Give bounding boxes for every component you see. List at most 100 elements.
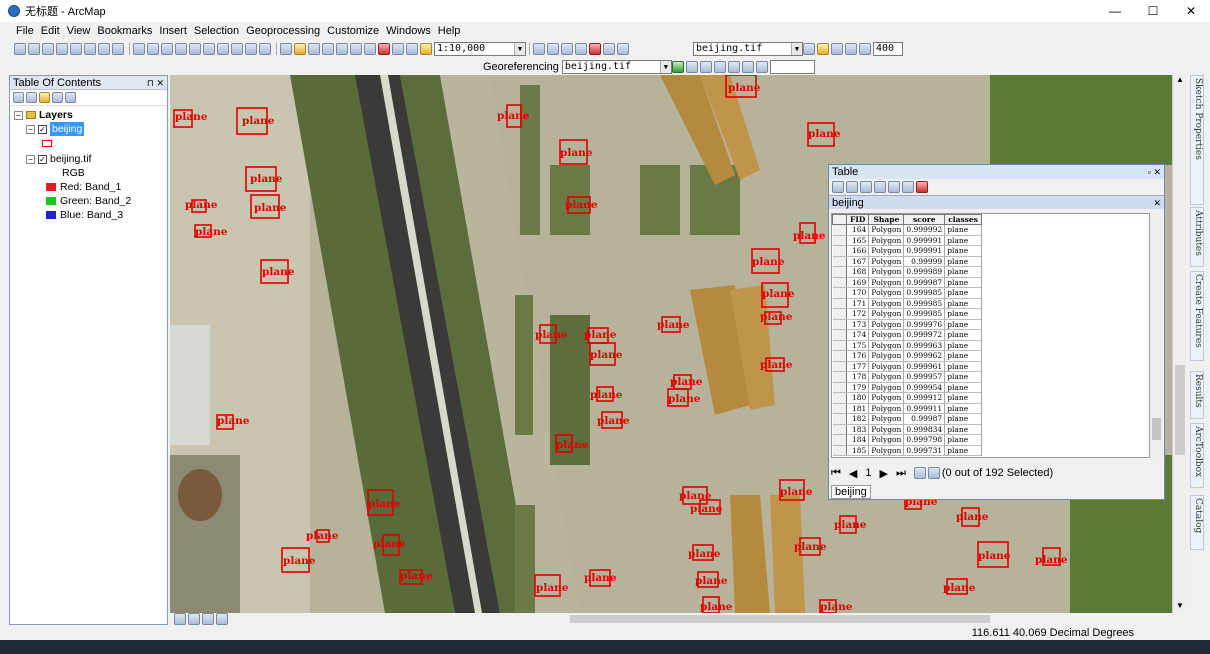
menu-bookmarks[interactable]: Bookmarks	[97, 25, 152, 37]
table-layer-tab[interactable]: beijing ✕	[829, 195, 1164, 209]
open-icon[interactable]	[294, 42, 306, 55]
results-tab[interactable]: Results	[1190, 371, 1204, 419]
editor-toolbar-icon[interactable]	[533, 42, 545, 55]
georef-input-field[interactable]	[769, 59, 815, 74]
viewer-icon[interactable]	[741, 60, 754, 73]
green-swatch[interactable]	[46, 197, 56, 205]
column-header-fid[interactable]: FID	[845, 214, 870, 225]
maximize-button[interactable]: ☐	[1134, 0, 1172, 22]
red-swatch[interactable]	[46, 183, 56, 191]
layer-beijing[interactable]: − ✓ beijing	[10, 122, 167, 136]
menu-windows[interactable]: Windows	[386, 25, 431, 37]
toc-pin-close[interactable]: ⊓ ✕	[147, 76, 164, 90]
row-selector[interactable]	[832, 235, 847, 246]
undo-icon[interactable]	[392, 42, 404, 55]
layer-combo[interactable]: beijing.tif ▼	[693, 41, 803, 56]
back-icon[interactable]	[98, 42, 110, 55]
table-row[interactable]: 173 Polygon 0.999976 plane	[832, 319, 982, 330]
row-selector[interactable]	[832, 371, 847, 383]
flicker-rate-field[interactable]: 400	[873, 41, 903, 56]
attributes-tab[interactable]: Attributes	[1190, 207, 1204, 267]
table-row[interactable]: 179 Polygon 0.999954 plane	[832, 382, 982, 393]
zoom-in-icon[interactable]	[14, 42, 26, 55]
row-selector[interactable]	[832, 382, 847, 393]
auto-registration-icon[interactable]	[755, 60, 768, 73]
row-selector[interactable]	[832, 319, 847, 330]
rotate-icon[interactable]	[671, 60, 684, 73]
delete-selected-icon[interactable]	[916, 181, 928, 193]
record-number[interactable]: 1	[865, 467, 871, 479]
table-row[interactable]: 164 Polygon 0.999992 plane	[832, 224, 982, 236]
row-selector[interactable]	[832, 445, 847, 456]
table-scroll-thumb[interactable]	[1152, 418, 1161, 440]
arctoolbox-icon[interactable]	[589, 42, 601, 55]
menu-view[interactable]: View	[67, 25, 91, 37]
shift-icon[interactable]	[685, 60, 698, 73]
list-by-source-icon[interactable]	[26, 92, 37, 103]
add-data-icon[interactable]	[420, 42, 432, 55]
link-table-icon[interactable]	[727, 60, 740, 73]
row-selector[interactable]	[832, 298, 847, 309]
scroll-up-icon[interactable]: ▲	[1173, 75, 1187, 87]
pan-icon[interactable]	[42, 42, 54, 55]
print-icon[interactable]	[322, 42, 334, 55]
map-scale-combo[interactable]: 1:10,000 ▼	[434, 41, 526, 56]
row-selector[interactable]	[832, 413, 847, 425]
layer-beijing-tif[interactable]: − ✓ beijing.tif	[10, 152, 167, 166]
band-green-row[interactable]: Green: Band_2	[10, 194, 167, 208]
column-header-shape[interactable]: Shape	[868, 214, 905, 225]
clear-selection-icon[interactable]	[147, 42, 159, 55]
blue-swatch[interactable]	[46, 211, 56, 219]
map-horizontal-scrollbar[interactable]	[170, 613, 1186, 625]
table-row[interactable]: 178 Polygon 0.999957 plane	[832, 371, 982, 383]
layers-group[interactable]: − Layers	[10, 108, 167, 122]
menu-insert[interactable]: Insert	[159, 25, 187, 37]
h-scroll-thumb[interactable]	[570, 615, 990, 623]
row-selector[interactable]	[832, 329, 847, 341]
layer-visibility-checkbox[interactable]: ✓	[38, 154, 47, 164]
row-selector[interactable]	[832, 340, 847, 351]
sketch-properties-tab[interactable]: Sketch Properties	[1190, 75, 1204, 205]
create-features-tab[interactable]: Create Features	[1190, 271, 1204, 361]
model-builder-icon[interactable]	[617, 42, 629, 55]
transparency-icon[interactable]	[831, 42, 843, 55]
measure-icon[interactable]	[203, 42, 215, 55]
full-extent-icon[interactable]	[56, 42, 68, 55]
catalog-window-icon[interactable]	[561, 42, 573, 55]
table-scrollbar[interactable]	[1150, 213, 1163, 458]
list-by-selection-icon[interactable]	[52, 92, 63, 103]
row-selector[interactable]	[832, 403, 847, 414]
zoom-out-icon[interactable]	[28, 42, 40, 55]
table-row[interactable]: 172 Polygon 0.999985 plane	[832, 308, 982, 320]
swipe-icon[interactable]	[845, 42, 857, 55]
catalog-tab[interactable]: Catalog	[1190, 495, 1204, 550]
find-route-icon[interactable]	[231, 42, 243, 55]
table-row[interactable]: 176 Polygon 0.999962 plane	[832, 350, 982, 362]
find-icon[interactable]	[217, 42, 229, 55]
fixed-zoom-out-icon[interactable]	[84, 42, 96, 55]
show-selected-records-icon[interactable]	[927, 467, 940, 479]
table-row[interactable]: 181 Polygon 0.999911 plane	[832, 403, 982, 414]
table-tab-close-icon[interactable]: ✕	[1153, 196, 1161, 210]
close-button[interactable]: ✕	[1172, 0, 1210, 22]
list-by-drawing-order-icon[interactable]	[13, 92, 24, 103]
add-control-points-icon[interactable]	[713, 60, 726, 73]
refresh-icon[interactable]	[202, 613, 214, 625]
select-elements-icon[interactable]	[161, 42, 173, 55]
python-window-icon[interactable]	[603, 42, 615, 55]
menu-file[interactable]: File	[16, 25, 34, 37]
layer-visibility-checkbox[interactable]: ✓	[38, 124, 47, 134]
row-selector[interactable]	[832, 361, 847, 372]
contrast-icon[interactable]	[803, 42, 815, 55]
table-row[interactable]: 166 Polygon 0.999991 plane	[832, 245, 982, 257]
flicker-icon[interactable]	[859, 42, 871, 55]
row-selector[interactable]	[832, 434, 847, 446]
collapse-icon[interactable]: −	[26, 124, 35, 134]
table-bottom-tab[interactable]: beijing	[831, 485, 871, 499]
layer-beijing-tif-label[interactable]: beijing.tif	[50, 152, 91, 166]
html-popup-icon[interactable]	[189, 42, 201, 55]
identify-icon[interactable]	[175, 42, 187, 55]
paste-icon[interactable]	[364, 42, 376, 55]
new-map-icon[interactable]	[280, 42, 292, 55]
table-row[interactable]: 168 Polygon 0.999989 plane	[832, 266, 982, 278]
